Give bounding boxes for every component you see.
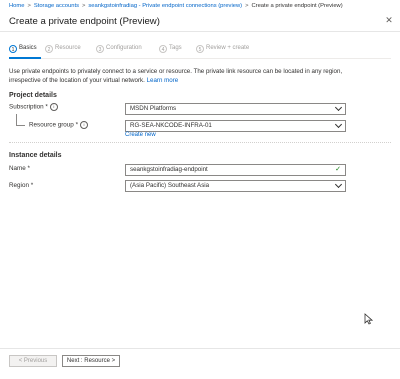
required-marker: * xyxy=(27,165,30,172)
region-dropdown[interactable]: (Asia Pacific) Southeast Asia xyxy=(125,180,346,192)
step-number: 5 xyxy=(196,44,204,53)
breadcrumb-separator: > xyxy=(245,3,249,9)
active-step-indicator xyxy=(9,57,41,59)
step-label: Review + create xyxy=(206,45,250,51)
region-label-text: Region xyxy=(9,182,29,189)
step-number: 1 xyxy=(9,44,17,53)
resource-group-dropdown[interactable]: RG-SEA-NKCODE-INFRA-01 xyxy=(125,120,346,132)
resource-group-label-text: Resource group xyxy=(29,121,74,129)
subscription-value: MSDN Platforms xyxy=(130,105,177,112)
step-label: Configuration xyxy=(106,45,142,51)
learn-more-link[interactable]: Learn more xyxy=(147,77,179,84)
next-resource-button[interactable]: Next : Resource > xyxy=(62,355,120,367)
region-value: (Asia Pacific) Southeast Asia xyxy=(130,182,210,189)
name-label-text: Name xyxy=(9,165,26,172)
chevron-down-icon xyxy=(334,120,343,129)
breadcrumb-separator: > xyxy=(81,3,86,9)
step-number: 3 xyxy=(96,44,104,53)
breadcrumb-separator: > xyxy=(27,3,31,9)
step-number: 2 xyxy=(45,44,53,53)
info-icon[interactable]: i xyxy=(80,121,89,129)
chevron-down-icon xyxy=(334,103,343,112)
region-label: Region * xyxy=(9,182,33,189)
project-details-heading: Project details xyxy=(9,92,57,99)
intro-text: Use private endpoints to privately conne… xyxy=(9,67,364,85)
required-marker: * xyxy=(45,103,48,111)
tab-review-create[interactable]: 5 Review + create xyxy=(196,44,249,54)
resource-group-value: RG-SEA-NKCODE-INFRA-01 xyxy=(130,122,212,129)
breadcrumb-storage-accounts[interactable]: Storage accounts xyxy=(34,3,79,9)
chevron-down-icon xyxy=(334,180,343,189)
info-icon[interactable]: i xyxy=(49,103,58,111)
tab-tags[interactable]: 4 Tags xyxy=(159,44,182,54)
step-label: Tags xyxy=(169,45,182,51)
mouse-cursor-icon xyxy=(364,313,373,325)
step-number: 4 xyxy=(159,44,167,53)
name-value: seankgstoinfradiag-endpoint xyxy=(130,166,208,173)
checkmark-icon: ✓ xyxy=(335,166,341,173)
breadcrumb-private-endpoint-connections[interactable]: seankgstoinfradiag - Private endpoint co… xyxy=(88,3,242,9)
create-new-link[interactable]: Create new xyxy=(125,132,156,138)
footer-divider xyxy=(0,348,400,349)
tab-configuration[interactable]: 3 Configuration xyxy=(96,44,142,54)
subscription-dropdown[interactable]: MSDN Platforms xyxy=(125,103,346,115)
instance-details-heading: Instance details xyxy=(9,152,62,159)
breadcrumb: Home > Storage accounts > seankgstoinfradiag… xyxy=(9,3,343,9)
name-label: Name * xyxy=(9,165,30,172)
tab-basics[interactable]: 1 Basics xyxy=(9,44,37,54)
step-label: Resource xyxy=(55,45,81,51)
name-input[interactable]: seankgstoinfradiag-endpoint ✓ xyxy=(125,164,346,176)
previous-button[interactable]: < Previous xyxy=(9,355,57,367)
close-icon[interactable]: ✕ xyxy=(384,15,394,25)
required-marker: * xyxy=(75,121,79,129)
header-divider xyxy=(0,31,400,32)
breadcrumb-current: Create a private endpoint (Preview) xyxy=(251,3,343,9)
tab-resource[interactable]: 2 Resource xyxy=(45,44,81,54)
subscription-label-text: Subscription xyxy=(9,103,44,111)
resource-group-label: Resource group * i xyxy=(29,121,89,129)
step-label: Basics xyxy=(19,45,37,51)
steps-divider xyxy=(9,58,391,59)
subscription-label: Subscription * i xyxy=(9,103,58,111)
tree-connector xyxy=(16,125,25,126)
required-marker: * xyxy=(30,182,34,189)
breadcrumb-home[interactable]: Home xyxy=(9,3,24,9)
page-title: Create a private endpoint (Preview) xyxy=(9,16,160,27)
section-divider xyxy=(9,142,391,143)
